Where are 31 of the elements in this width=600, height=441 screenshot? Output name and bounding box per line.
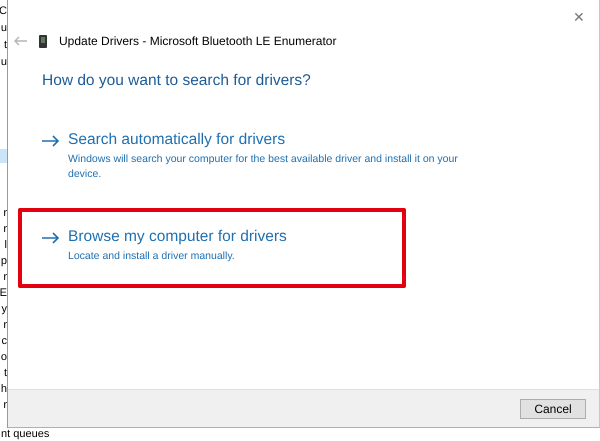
device-icon — [39, 34, 47, 48]
list-text-fragment: u — [0, 55, 7, 70]
list-text-fragment: r — [3, 222, 7, 237]
list-text-fragment: nt queues — [0, 428, 50, 441]
option-title[interactable]: Browse my computer for drivers — [68, 227, 483, 247]
list-text-fragment: o — [0, 350, 7, 365]
back-arrow-icon[interactable] — [13, 36, 27, 46]
cancel-button[interactable]: Cancel — [520, 398, 586, 418]
dialog-title: Update Drivers - Microsoft Bluetooth LE Enumerator — [59, 34, 336, 48]
list-text-fragment: E — [0, 286, 7, 301]
list-text-fragment: u — [0, 21, 7, 36]
selection-highlight — [0, 149, 7, 163]
arrow-icon — [42, 232, 60, 244]
arrow-icon — [42, 135, 60, 147]
close-button[interactable]: ✕ — [569, 6, 589, 28]
option-description: Windows will search your computer for the best available driver and install it on your device. — [68, 152, 459, 182]
list-text-fragment: r — [3, 398, 7, 413]
list-text-fragment: r — [3, 206, 7, 221]
list-text-fragment: h — [0, 382, 7, 397]
list-text-fragment: p — [0, 254, 7, 269]
list-text-fragment: r — [3, 318, 7, 333]
list-text-fragment: c — [2, 334, 7, 349]
list-text-fragment: y — [2, 302, 7, 317]
list-text-fragment: l — [4, 238, 7, 253]
list-text-fragment: t — [4, 38, 7, 53]
list-text-fragment: t — [4, 366, 7, 381]
list-text-fragment: r — [3, 270, 7, 285]
list-text-fragment: C — [0, 4, 7, 19]
option-title[interactable]: Search automatically for drivers — [68, 130, 483, 150]
dialog-heading: How do you want to search for drivers? — [42, 72, 312, 90]
option-description: Locate and install a driver manually. — [68, 249, 236, 264]
